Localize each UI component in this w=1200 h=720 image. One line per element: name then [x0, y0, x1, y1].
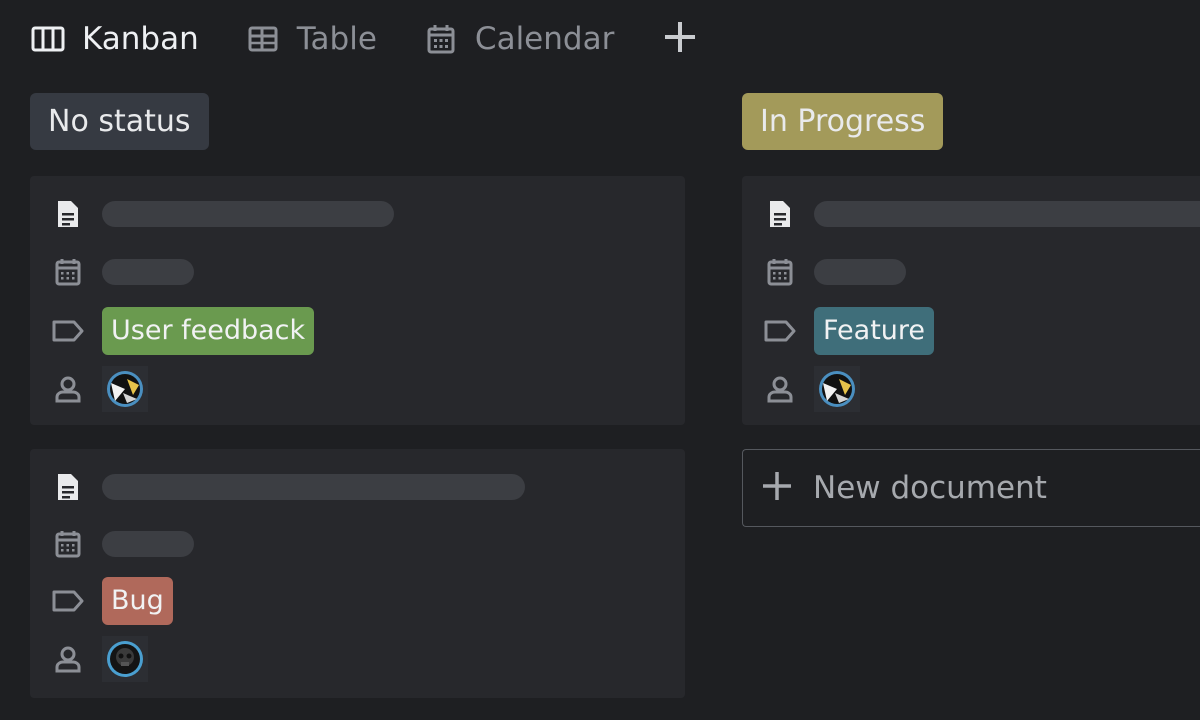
person-icon: [52, 643, 84, 675]
new-document-button[interactable]: New document: [742, 449, 1200, 527]
tag-badge[interactable]: Bug: [102, 577, 173, 625]
column-header[interactable]: In Progress: [742, 93, 944, 150]
columns-icon: [30, 21, 66, 57]
title-placeholder: [102, 474, 525, 500]
avatar[interactable]: [814, 366, 860, 412]
document-icon: [52, 471, 84, 503]
tag-row: User feedback: [52, 306, 315, 356]
title-row: [52, 462, 525, 512]
assignee-row: [52, 634, 148, 684]
plus-icon: [761, 470, 793, 506]
person-icon: [52, 373, 84, 405]
tag-icon: [52, 585, 84, 617]
calendar-icon: [52, 256, 84, 288]
new-document-label: New document: [813, 470, 1047, 506]
avatar[interactable]: [102, 366, 148, 412]
tag-badge[interactable]: User feedback: [102, 307, 315, 355]
card[interactable]: Feature: [742, 176, 1200, 425]
title-placeholder: [814, 201, 1200, 227]
calendar-icon: [423, 21, 459, 57]
date-row: [52, 519, 194, 569]
calendar-icon: [52, 528, 84, 560]
card[interactable]: User feedback: [30, 176, 685, 425]
column-no-status: No status User feedback Bug: [30, 93, 685, 698]
date-placeholder: [814, 259, 906, 285]
tab-calendar-label: Calendar: [474, 21, 615, 57]
document-icon: [764, 198, 796, 230]
tag-badge[interactable]: Feature: [814, 307, 935, 355]
tab-calendar[interactable]: Calendar: [423, 21, 614, 57]
date-row: [52, 247, 194, 297]
title-placeholder: [102, 201, 394, 227]
document-icon: [52, 198, 84, 230]
avatar[interactable]: [102, 636, 148, 682]
tab-table[interactable]: Table: [245, 21, 377, 57]
tag-icon: [52, 315, 84, 347]
title-row: [764, 189, 1200, 239]
tag-row: Bug: [52, 576, 173, 626]
date-placeholder: [102, 531, 194, 557]
column-header[interactable]: No status: [30, 93, 209, 150]
plus-icon: [663, 20, 697, 58]
tag-icon: [764, 315, 796, 347]
card[interactable]: Bug: [30, 449, 685, 698]
column-in-progress: In Progress Feature New document: [742, 93, 1200, 527]
table-icon: [245, 21, 281, 57]
title-row: [52, 189, 394, 239]
assignee-row: [52, 364, 148, 414]
tab-kanban[interactable]: Kanban: [30, 21, 199, 57]
view-tabs: Kanban Table Calendar: [30, 18, 700, 60]
person-icon: [764, 373, 796, 405]
tag-row: Feature: [764, 306, 935, 356]
tab-kanban-label: Kanban: [82, 21, 199, 57]
date-row: [764, 247, 906, 297]
add-view-button[interactable]: [660, 19, 700, 59]
calendar-icon: [764, 256, 796, 288]
date-placeholder: [102, 259, 194, 285]
tab-table-label: Table: [296, 21, 377, 57]
assignee-row: [764, 364, 860, 414]
